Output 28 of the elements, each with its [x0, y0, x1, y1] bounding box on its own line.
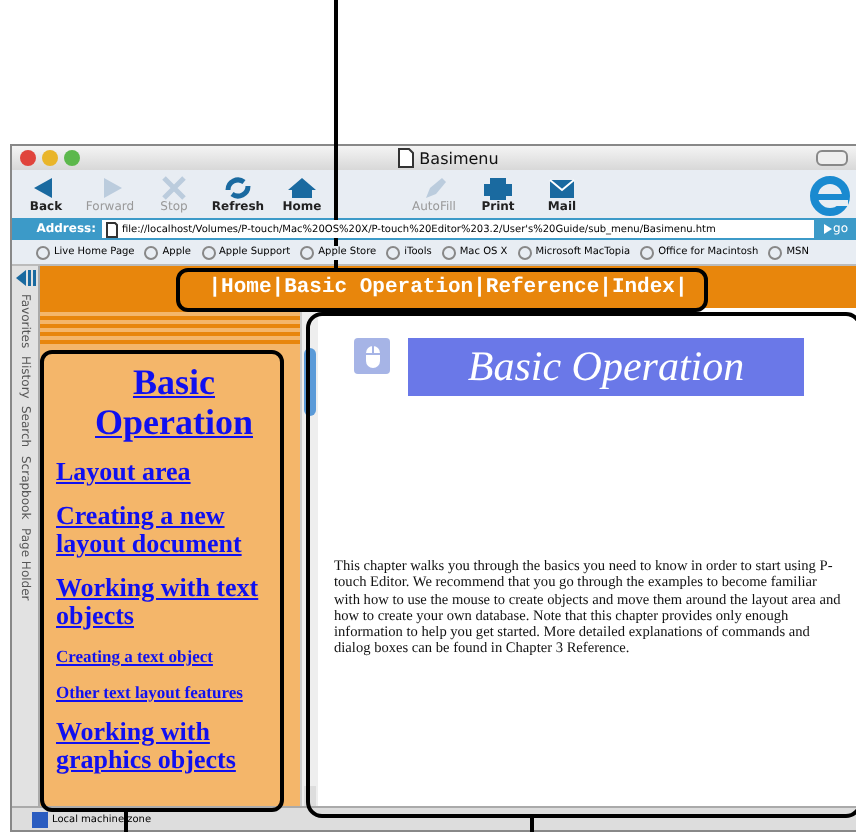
- nav-separator: |: [271, 275, 285, 299]
- document-icon: [397, 148, 414, 168]
- window-title: Basimenu: [419, 149, 499, 167]
- collapse-icon[interactable]: [15, 270, 35, 286]
- menu-link[interactable]: Creating a text object: [56, 646, 292, 666]
- menu-link[interactable]: Other text layout features: [56, 682, 292, 702]
- refresh-icon: [222, 175, 254, 199]
- nav-separator: |: [208, 275, 222, 299]
- close-button[interactable]: [20, 150, 36, 166]
- mail-icon: [546, 175, 578, 199]
- menu-link[interactable]: Working with text objects: [56, 574, 292, 630]
- zoom-button[interactable]: [64, 150, 80, 166]
- nav-separator: |: [473, 275, 486, 299]
- toolbar-toggle-button[interactable]: [816, 150, 848, 166]
- menu-link[interactable]: Working with graphics objects: [56, 718, 292, 774]
- document-icon: [106, 221, 118, 237]
- zone-icon: [32, 811, 48, 827]
- nav-separator: |: [674, 275, 688, 299]
- home-icon: [286, 175, 318, 199]
- menu-link[interactable]: Creating a new layout document: [56, 502, 292, 558]
- mouse-icon: [354, 338, 390, 374]
- triangle-icon: [823, 224, 832, 234]
- nav-separator: |: [599, 275, 612, 299]
- menu-link[interactable]: Layout area: [56, 458, 292, 486]
- menu-heading-link[interactable]: Basic Operation: [56, 362, 292, 442]
- stop-icon: [158, 175, 190, 199]
- callout-line: [124, 808, 128, 832]
- page-title-banner: Basic Operation: [408, 338, 804, 396]
